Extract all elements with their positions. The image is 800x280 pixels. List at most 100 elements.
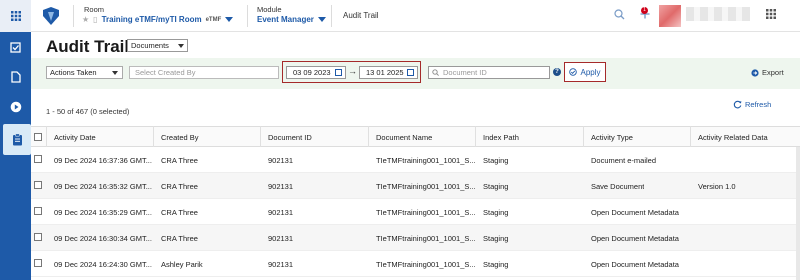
table-row[interactable]: 09 Dec 2024 16:35:32 GMT... CRA Three 90…: [31, 173, 800, 199]
arrow-right-icon: →: [348, 66, 357, 76]
module-label: Module: [257, 5, 282, 14]
export-label: Export: [762, 68, 784, 77]
user-name-blurred: [686, 7, 750, 21]
apply-button[interactable]: Apply: [564, 62, 606, 82]
play-circle-icon: [10, 101, 21, 113]
cell-activity-type: Open Document Metadata: [591, 234, 679, 243]
cell-activity-date: 09 Dec 2024 16:35:29 GMT...: [54, 208, 152, 217]
star-icon[interactable]: ★: [82, 15, 89, 24]
chevron-down-icon: [317, 17, 326, 22]
apply-label: Apply: [580, 67, 601, 77]
export-button[interactable]: Export: [751, 68, 784, 77]
search-icon[interactable]: [614, 9, 625, 20]
view-select[interactable]: Documents: [127, 39, 188, 52]
cell-activity-related-data: Version 1.0: [698, 182, 736, 191]
lock-icon: ▯: [93, 15, 98, 24]
cell-activity-type: Save Document: [591, 182, 645, 191]
column-activity-date[interactable]: Activity Date: [54, 133, 96, 142]
app-logo: [43, 7, 59, 25]
column-created-by[interactable]: Created By: [161, 133, 199, 142]
view-select-value: Documents: [131, 41, 169, 50]
cell-activity-date: 09 Dec 2024 16:37:36 GMT...: [54, 156, 152, 165]
row-checkbox[interactable]: [34, 259, 42, 267]
cell-document-name: TIeTMFtraining001_1001_S...: [376, 182, 476, 191]
date-to-field[interactable]: 13 01 2025: [359, 66, 418, 79]
cell-created-by: CRA Three: [161, 234, 198, 243]
cell-document-id: 902131: [268, 182, 294, 191]
row-checkbox[interactable]: [34, 155, 42, 163]
apps-grid-button[interactable]: [0, 0, 31, 32]
created-by-input[interactable]: Select Created By: [129, 66, 279, 79]
column-activity-type[interactable]: Activity Type: [591, 133, 633, 142]
room-label: Room: [84, 5, 105, 14]
checklist-icon: [10, 41, 21, 53]
nav-checklist[interactable]: [0, 33, 31, 61]
column-document-id[interactable]: Document ID: [268, 133, 312, 142]
cell-index-path: Staging: [483, 182, 509, 191]
avatar[interactable]: [659, 5, 681, 27]
apps-grid-icon: [10, 11, 21, 21]
room-tag: eTMF: [205, 16, 222, 23]
actions-taken-value: Actions Taken: [50, 68, 97, 77]
cell-index-path: Staging: [483, 156, 509, 165]
cell-index-path: Staging: [483, 234, 509, 243]
table-row[interactable]: 09 Dec 2024 16:24:30 GMT... Ashley Parik…: [31, 251, 800, 277]
cell-activity-type: Document e-mailed: [591, 156, 657, 165]
help-icon[interactable]: ?: [553, 68, 561, 76]
room-selector[interactable]: ★ ▯ Training eTMF/myTI Room eTMF: [82, 15, 234, 24]
search-icon: [432, 69, 439, 76]
cell-document-name: TIeTMFtraining001_1001_S...: [376, 260, 476, 269]
cell-activity-type: Open Document Metadata: [591, 260, 679, 269]
clipboard-icon: [12, 133, 22, 146]
cell-created-by: CRA Three: [161, 182, 198, 191]
cell-index-path: Staging: [483, 208, 509, 217]
table-row[interactable]: 09 Dec 2024 16:37:36 GMT... CRA Three 90…: [31, 147, 800, 173]
cell-index-path: Staging: [483, 260, 509, 269]
app-launcher-icon[interactable]: [766, 9, 776, 19]
column-document-name[interactable]: Document Name: [376, 133, 432, 142]
refresh-icon: [733, 100, 742, 109]
room-name: Training eTMF/myTI Room: [101, 15, 202, 24]
calendar-icon[interactable]: [407, 69, 414, 76]
nav-audit-trail[interactable]: [3, 124, 31, 155]
calendar-icon[interactable]: [335, 69, 342, 76]
row-checkbox[interactable]: [34, 207, 42, 215]
cell-document-id: 902131: [268, 208, 294, 217]
cell-document-name: TIeTMFtraining001_1001_S...: [376, 156, 476, 165]
actions-taken-select[interactable]: Actions Taken: [46, 66, 123, 79]
notification-badge: 1: [641, 7, 648, 14]
date-from-value: 03 09 2023: [293, 68, 331, 77]
cell-created-by: CRA Three: [161, 156, 198, 165]
document-id-input[interactable]: Document ID: [428, 66, 550, 79]
cell-document-id: 902131: [268, 156, 294, 165]
select-all-checkbox[interactable]: [34, 133, 42, 141]
cell-document-id: 902131: [268, 234, 294, 243]
row-checkbox[interactable]: [34, 233, 42, 241]
module-name: Event Manager: [257, 15, 314, 24]
table-row[interactable]: 09 Dec 2024 16:35:29 GMT... CRA Three 90…: [31, 199, 800, 225]
result-count: 1 - 50 of 467 (0 selected): [46, 107, 130, 116]
export-icon: [751, 68, 759, 77]
chevron-down-icon: [112, 71, 118, 75]
refresh-label: Refresh: [745, 100, 772, 109]
column-index-path[interactable]: Index Path: [483, 133, 519, 142]
nav-play[interactable]: [0, 93, 31, 121]
page-title: Audit Trail: [46, 37, 130, 56]
cell-activity-type: Open Document Metadata: [591, 208, 679, 217]
date-from-field[interactable]: 03 09 2023: [286, 66, 346, 79]
cell-activity-date: 09 Dec 2024 16:30:34 GMT...: [54, 234, 152, 243]
cell-document-name: TIeTMFtraining001_1001_S...: [376, 234, 476, 243]
table-row[interactable]: 09 Dec 2024 16:30:34 GMT... CRA Three 90…: [31, 225, 800, 251]
refresh-button[interactable]: Refresh: [733, 100, 771, 109]
row-checkbox[interactable]: [34, 181, 42, 189]
chevron-down-icon: [225, 17, 234, 22]
check-circle-icon: [569, 68, 578, 76]
column-activity-related-data[interactable]: Activity Related Data: [698, 133, 768, 142]
cell-activity-date: 09 Dec 2024 16:24:30 GMT...: [54, 260, 152, 269]
cell-activity-date: 09 Dec 2024 16:35:32 GMT...: [54, 182, 152, 191]
cell-document-id: 902131: [268, 260, 294, 269]
table-scrollbar[interactable]: [796, 147, 800, 280]
module-selector[interactable]: Event Manager: [257, 15, 326, 24]
chevron-down-icon: [178, 44, 184, 48]
nav-documents[interactable]: [0, 63, 31, 91]
